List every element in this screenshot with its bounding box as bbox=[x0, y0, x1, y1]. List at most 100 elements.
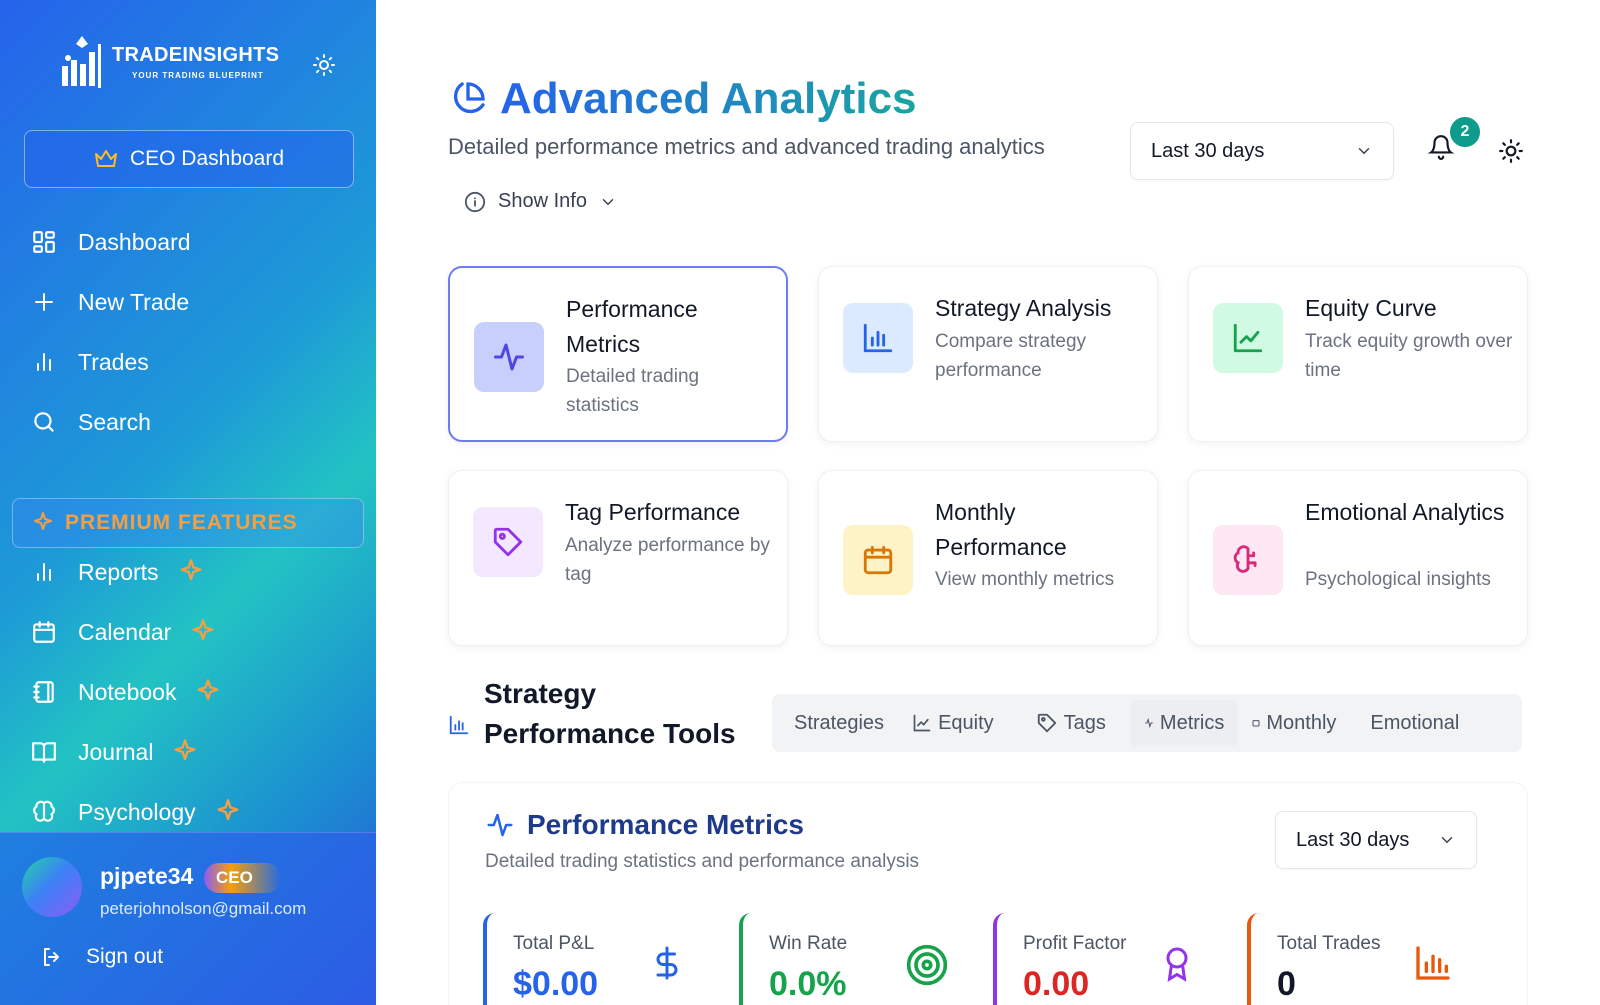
calendar-icon bbox=[843, 525, 913, 595]
tools-tabs: Strategies Equity Tags Metrics Monthly E… bbox=[772, 694, 1522, 752]
app-root: TRADEINSIGHTS YOUR TRADING BLUEPRINT CEO… bbox=[0, 0, 1600, 1005]
ceo-dashboard-button[interactable]: CEO Dashboard bbox=[24, 130, 354, 188]
metric-value: 0.0% bbox=[769, 965, 847, 1003]
dollar-icon bbox=[656, 946, 678, 980]
sparkles-icon bbox=[197, 679, 219, 701]
card-emotional-analytics[interactable]: Emotional Analytics Psychological insigh… bbox=[1188, 470, 1528, 646]
card-monthly-performance[interactable]: Monthly Performance View monthly metrics bbox=[818, 470, 1158, 646]
panel-title: Performance Metrics bbox=[527, 809, 805, 840]
metric-value: $0.00 bbox=[513, 965, 599, 1003]
sparkles-icon bbox=[180, 559, 202, 581]
metric-label: Profit Factor bbox=[1023, 933, 1127, 954]
activity-icon bbox=[1145, 718, 1153, 728]
card-title: Strategy Analysis bbox=[935, 295, 1112, 321]
sidebar-item-label: Trades bbox=[78, 348, 149, 375]
brand-name: TRADEINSIGHTS bbox=[112, 44, 280, 66]
card-title: Tag Performance bbox=[565, 499, 741, 525]
brand-logo[interactable]: TRADEINSIGHTS YOUR TRADING BLUEPRINT bbox=[60, 34, 279, 90]
metric-label: Total Trades bbox=[1277, 933, 1381, 954]
sidebar-item-label: Dashboard bbox=[78, 228, 191, 255]
sidebar-item-notebook[interactable]: Notebook bbox=[30, 672, 222, 712]
card-equity-curve[interactable]: Equity Curve Track equity growth over ti… bbox=[1188, 266, 1528, 442]
plus-icon bbox=[30, 288, 58, 316]
sidebar-item-reports[interactable]: Reports bbox=[30, 552, 205, 592]
calendar-icon bbox=[1252, 720, 1260, 727]
card-title: Equity Curve bbox=[1305, 295, 1437, 321]
metric-label: Win Rate bbox=[769, 933, 848, 954]
bar-chart-icon bbox=[30, 558, 58, 586]
line-chart-icon bbox=[1213, 303, 1283, 373]
card-tag-performance[interactable]: Tag Performance Analyze performance by t… bbox=[448, 470, 788, 646]
sidebar-item-label: Reports bbox=[78, 558, 159, 585]
card-description: View monthly metrics bbox=[935, 569, 1115, 590]
notification-count-badge: 2 bbox=[1450, 117, 1480, 147]
show-info-toggle[interactable]: Show Info bbox=[464, 190, 617, 213]
card-performance-metrics[interactable]: Performance Metrics Detailed trading sta… bbox=[448, 266, 788, 442]
tab-metrics[interactable]: Metrics bbox=[1129, 700, 1239, 746]
sign-out-button[interactable]: Sign out bbox=[40, 945, 163, 969]
card-strategy-analysis[interactable]: Strategy Analysis Compare strategy perfo… bbox=[818, 266, 1158, 442]
tab-label: Tags bbox=[1063, 711, 1106, 734]
sun-icon[interactable] bbox=[312, 53, 336, 77]
metric-win-rate: Win Rate 0.0% bbox=[739, 913, 969, 1005]
chevron-down-icon bbox=[602, 198, 614, 205]
bar-chart-icon bbox=[1416, 946, 1450, 980]
bar-chart-icon bbox=[843, 303, 913, 373]
card-title: Monthly Performance bbox=[935, 499, 1067, 560]
premium-features-label: PREMIUM FEATURES bbox=[65, 511, 298, 534]
sun-icon[interactable] bbox=[1498, 138, 1524, 164]
sign-out-label: Sign out bbox=[86, 945, 164, 968]
activity-icon bbox=[487, 813, 513, 837]
sidebar-item-psychology[interactable]: Psychology bbox=[30, 792, 242, 832]
page-title: Advanced Analytics bbox=[500, 74, 917, 123]
sign-out-icon bbox=[44, 948, 59, 966]
page-subtitle: Detailed performance metrics and advance… bbox=[448, 134, 1045, 159]
pie-chart-icon bbox=[453, 82, 485, 114]
sidebar-item-dashboard[interactable]: Dashboard bbox=[30, 222, 191, 262]
sidebar-item-trades[interactable]: Trades bbox=[30, 342, 149, 382]
sidebar-item-label: Calendar bbox=[78, 618, 172, 645]
tab-monthly[interactable]: Monthly bbox=[1238, 700, 1350, 746]
tag-icon bbox=[473, 507, 543, 577]
card-title: Emotional Analytics bbox=[1305, 499, 1505, 525]
sidebar-item-journal[interactable]: Journal bbox=[30, 732, 199, 772]
premium-features-header: PREMIUM FEATURES bbox=[12, 498, 364, 548]
avatar[interactable] bbox=[22, 857, 82, 917]
card-title: Performance Metrics bbox=[566, 296, 698, 357]
card-description: Compare strategy performance bbox=[935, 331, 1087, 381]
sidebar-item-label: New Trade bbox=[78, 288, 190, 315]
tab-label: Emotional bbox=[1370, 711, 1460, 734]
panel-date-range-select[interactable]: Last 30 days bbox=[1275, 811, 1477, 869]
sparkles-icon bbox=[34, 512, 52, 530]
ceo-dashboard-label: CEO Dashboard bbox=[129, 147, 285, 170]
grid-icon bbox=[30, 228, 58, 256]
brain-icon bbox=[30, 798, 58, 826]
card-description: Track equity growth over time bbox=[1305, 331, 1513, 381]
sidebar-item-label: Psychology bbox=[78, 798, 196, 825]
sidebar-item-new-trade[interactable]: New Trade bbox=[30, 282, 189, 322]
book-open-icon bbox=[30, 738, 58, 766]
sidebar-item-label: Journal bbox=[78, 738, 154, 765]
panel-subtitle: Detailed trading statistics and performa… bbox=[485, 851, 920, 872]
tools-title: Strategy Performance Tools bbox=[484, 678, 736, 749]
tab-label: Strategies bbox=[794, 711, 885, 734]
search-icon bbox=[30, 408, 58, 436]
sparkles-icon bbox=[192, 619, 214, 641]
logo-icon bbox=[60, 34, 104, 90]
crown-icon bbox=[94, 150, 117, 167]
date-range-select[interactable]: Last 30 days bbox=[1130, 122, 1394, 180]
tag-icon bbox=[1037, 713, 1056, 733]
sparkles-icon bbox=[217, 799, 239, 821]
tab-emotional[interactable]: Emotional bbox=[1356, 700, 1473, 746]
user-email: peterjohnolson@gmail.com bbox=[100, 899, 307, 918]
tab-tags[interactable]: Tags bbox=[1022, 700, 1120, 746]
sidebar-item-label: Search bbox=[78, 408, 151, 435]
tab-strategies[interactable]: Strategies bbox=[780, 700, 898, 746]
bar-chart-icon bbox=[30, 348, 58, 376]
tab-equity[interactable]: Equity bbox=[898, 700, 1008, 746]
metric-total-trades: Total Trades 0 bbox=[1247, 913, 1477, 1005]
metric-profit-factor: Profit Factor 0.00 bbox=[993, 913, 1223, 1005]
sidebar-item-calendar[interactable]: Calendar bbox=[30, 612, 217, 652]
date-range-value: Last 30 days bbox=[1296, 828, 1410, 851]
sidebar-item-search[interactable]: Search bbox=[30, 402, 151, 442]
